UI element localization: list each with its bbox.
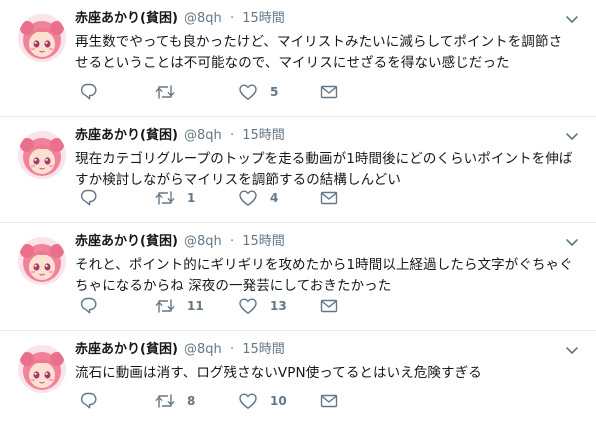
like-count: 5 <box>270 85 279 99</box>
envelope-icon <box>320 394 338 408</box>
tweet-header: 赤座あかり(貧困) @8qh · 15時間 <box>75 10 285 28</box>
timestamp[interactable]: 15時間 <box>242 11 285 26</box>
user-handle[interactable]: @8qh <box>184 234 222 249</box>
separator: · <box>229 342 235 357</box>
timestamp[interactable]: 15時間 <box>242 234 285 249</box>
like-count: 10 <box>270 394 287 408</box>
timestamp[interactable]: 15時間 <box>242 128 285 143</box>
avatar-image <box>18 131 66 179</box>
like-button[interactable]: 10 <box>238 391 287 411</box>
direct-message-button[interactable] <box>319 391 339 411</box>
reply-icon <box>80 83 97 100</box>
chevron-down-icon[interactable] <box>565 15 579 25</box>
reply-icon <box>80 189 97 206</box>
heart-icon <box>239 84 257 100</box>
reply-button[interactable] <box>79 391 99 411</box>
tweet[interactable]: 赤座あかり(貧困) @8qh · 15時間 現在カテゴリグループのトップを走る動… <box>0 117 596 223</box>
separator: · <box>229 128 235 143</box>
avatar-image <box>18 14 66 62</box>
tweet-actions: 8 10 <box>75 391 345 411</box>
like-count: 13 <box>270 299 287 313</box>
tweet-header: 赤座あかり(貧困) @8qh · 15時間 <box>75 233 285 251</box>
user-name[interactable]: 赤座あかり(貧困) <box>75 128 178 143</box>
direct-message-button[interactable] <box>319 188 339 208</box>
reply-icon <box>80 297 97 314</box>
avatar[interactable] <box>18 131 66 179</box>
tweet-actions: 11 13 <box>75 296 345 316</box>
timestamp[interactable]: 15時間 <box>242 342 285 357</box>
user-name[interactable]: 赤座あかり(貧困) <box>75 342 178 357</box>
like-count: 4 <box>270 191 279 205</box>
timeline: 赤座あかり(貧困) @8qh · 15時間 再生数でやっても良かったけど、マイリ… <box>0 0 596 425</box>
tweet-header: 赤座あかり(貧困) @8qh · 15時間 <box>75 341 285 359</box>
tweet-text: 流石に動画は消す、ログ残さないVPN使ってるとはいえ危険すぎる <box>75 365 482 381</box>
envelope-icon <box>320 191 338 205</box>
envelope-icon <box>320 85 338 99</box>
tweet[interactable]: 赤座あかり(貧困) @8qh · 15時間 再生数でやっても良かったけど、マイリ… <box>0 0 596 117</box>
avatar[interactable] <box>18 14 66 62</box>
retweet-button[interactable] <box>155 82 187 102</box>
tweet-actions: 1 4 <box>75 188 345 208</box>
reply-icon <box>80 392 97 409</box>
direct-message-button[interactable] <box>319 296 339 316</box>
like-button[interactable]: 4 <box>238 188 278 208</box>
user-handle[interactable]: @8qh <box>184 342 222 357</box>
retweet-count: 1 <box>187 191 196 205</box>
direct-message-button[interactable] <box>319 82 339 102</box>
user-name[interactable]: 赤座あかり(貧困) <box>75 234 178 249</box>
separator: · <box>229 11 235 26</box>
chevron-down-icon[interactable] <box>565 132 579 142</box>
tweet-header: 赤座あかり(貧困) @8qh · 15時間 <box>75 127 285 145</box>
retweet-icon <box>155 85 175 99</box>
tweet-actions: 5 <box>75 82 345 102</box>
user-name[interactable]: 赤座あかり(貧困) <box>75 11 178 26</box>
user-handle[interactable]: @8qh <box>184 11 222 26</box>
tweet-text: 再生数でやっても良かったけど、マイリストみたいに減らしてポイントを調節させるとい… <box>75 34 563 71</box>
reply-button[interactable] <box>79 82 99 102</box>
avatar[interactable] <box>18 345 66 393</box>
retweet-button[interactable]: 8 <box>155 391 195 411</box>
retweet-icon <box>155 394 175 408</box>
envelope-icon <box>320 299 338 313</box>
retweet-icon <box>155 299 175 313</box>
avatar-image <box>18 345 66 393</box>
heart-icon <box>239 298 257 314</box>
chevron-down-icon[interactable] <box>565 238 579 248</box>
heart-icon <box>239 190 257 206</box>
retweet-icon <box>155 191 175 205</box>
tweet[interactable]: 赤座あかり(貧困) @8qh · 15時間 それと、ポイント的にギリギリを攻めた… <box>0 223 596 331</box>
chevron-down-icon[interactable] <box>565 346 579 356</box>
retweet-button[interactable]: 11 <box>155 296 204 316</box>
tweet[interactable]: 赤座あかり(貧困) @8qh · 15時間 流石に動画は消す、ログ残さないVPN… <box>0 331 596 425</box>
tweet-text: それと、ポイント的にギリギリを攻めたから1時間以上経過したら文字がぐちゃぐちゃに… <box>75 257 573 294</box>
avatar-image <box>18 237 66 285</box>
like-button[interactable]: 5 <box>238 82 278 102</box>
like-button[interactable]: 13 <box>238 296 287 316</box>
avatar[interactable] <box>18 237 66 285</box>
reply-button[interactable] <box>79 296 99 316</box>
heart-icon <box>239 393 257 409</box>
user-handle[interactable]: @8qh <box>184 128 222 143</box>
retweet-count: 11 <box>187 299 204 313</box>
reply-button[interactable] <box>79 188 99 208</box>
tweet-text: 現在カテゴリグループのトップを走る動画が1時間後にどのくらいポイントを伸ばすか検… <box>75 151 573 188</box>
separator: · <box>229 234 235 249</box>
retweet-button[interactable]: 1 <box>155 188 195 208</box>
retweet-count: 8 <box>187 394 196 408</box>
